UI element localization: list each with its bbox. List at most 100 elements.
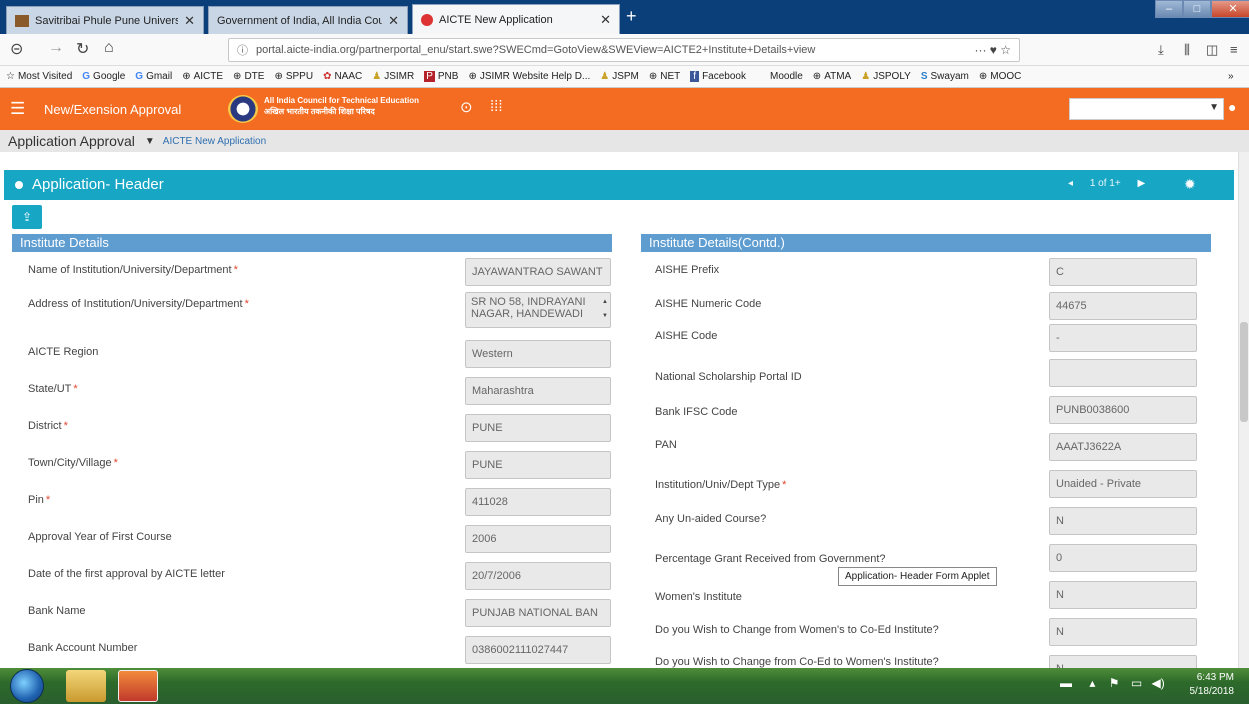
browser-tab-sppu[interactable]: Savitribai Phule Pune Universit ✕: [6, 6, 204, 34]
bookmark-moodle[interactable]: Moodle: [770, 71, 803, 82]
bookmark-facebook[interactable]: f Facebook: [690, 71, 746, 82]
aicte-region-field[interactable]: Western: [465, 340, 611, 368]
aishe-prefix-field[interactable]: C: [1049, 258, 1197, 286]
folder-icon: ♟: [861, 71, 871, 82]
state-field[interactable]: Maharashtra: [465, 377, 611, 405]
aishe-code-field[interactable]: -: [1049, 324, 1197, 352]
gear-icon[interactable]: ✹: [1184, 176, 1196, 193]
globe-icon: ⊕: [648, 71, 658, 82]
unaided-course-field[interactable]: N: [1049, 507, 1197, 535]
bookmarks-overflow-button[interactable]: »: [1228, 71, 1234, 82]
aishe-numeric-code-field[interactable]: 44675: [1049, 292, 1197, 320]
close-tab-icon[interactable]: ✕: [600, 12, 611, 28]
show-hidden-icon[interactable]: ▴: [1089, 676, 1095, 690]
globe-icon: ⊕: [274, 71, 283, 82]
volume-icon[interactable]: ◀): [1152, 676, 1165, 690]
page-scrollbar[interactable]: [1238, 152, 1249, 668]
institution-address-textarea[interactable]: SR NO 58, INDRAYANI NAGAR, HANDEWADI ▲ ▼: [465, 292, 611, 328]
institution-type-field[interactable]: Unaided - Private: [1049, 470, 1197, 498]
field-label: Any Un-aided Course?: [655, 513, 767, 525]
approval-year-field[interactable]: 2006: [465, 525, 611, 553]
app-grid-icon[interactable]: ⁞⁞⁞: [490, 98, 503, 115]
first-approval-date-field[interactable]: 20/7/2006: [465, 562, 611, 590]
pan-field[interactable]: AAATJ3622A: [1049, 433, 1197, 461]
hamburger-menu-icon[interactable]: ☰: [10, 99, 25, 119]
bookmark-jsimr-help[interactable]: ⊕ JSIMR Website Help D...: [468, 71, 590, 82]
reload-icon[interactable]: ↻: [76, 39, 89, 59]
forward-icon[interactable]: →: [48, 39, 64, 57]
field-label: Town/City/Village *: [28, 457, 118, 469]
form-row: AISHE Prefix C: [655, 258, 1200, 286]
flag-icon[interactable]: ⚑: [1109, 676, 1120, 690]
bookmark-jspm[interactable]: ♟ JSPM: [600, 71, 639, 82]
new-tab-button[interactable]: +: [626, 6, 637, 27]
prev-record-icon[interactable]: ◂: [1068, 178, 1073, 189]
bookmark-gmail[interactable]: G Gmail: [135, 71, 172, 82]
close-tab-icon[interactable]: ✕: [388, 13, 399, 29]
maximize-icon[interactable]: □: [1183, 0, 1211, 18]
bookmark-dte[interactable]: ⊕ DTE: [233, 71, 264, 82]
scrollbar-thumb[interactable]: [1240, 322, 1248, 422]
pin-field[interactable]: 411028: [465, 488, 611, 516]
app-title[interactable]: New/Exension Approval: [44, 102, 181, 117]
applet-title: Application- Header: [32, 176, 164, 193]
monitor-icon[interactable]: ▭: [1131, 676, 1142, 690]
page-actions-icon[interactable]: ··· ♥ ☆: [974, 43, 1011, 57]
user-icon[interactable]: ●: [1228, 99, 1236, 115]
bookmark-aicte[interactable]: ⊕ AICTE: [182, 71, 223, 82]
download-icon[interactable]: ⤓: [1158, 42, 1164, 58]
sidebar-icon[interactable]: ◫: [1206, 42, 1218, 58]
bookmark-swayam[interactable]: S Swayam: [921, 71, 969, 82]
institution-name-field[interactable]: JAYAWANTRAO SAWANT: [465, 258, 611, 286]
clock-time: 6:43 PM: [1196, 672, 1234, 683]
next-record-icon[interactable]: ▶: [1137, 178, 1145, 189]
home-icon[interactable]: ⌂: [104, 39, 114, 57]
minimize-icon[interactable]: –: [1155, 0, 1183, 18]
menu-icon[interactable]: ≡: [1230, 42, 1238, 57]
town-field[interactable]: PUNE: [465, 451, 611, 479]
file-explorer-icon[interactable]: [66, 670, 106, 702]
bookmark-jspoly[interactable]: ♟ JSPOLY: [861, 71, 911, 82]
globe-icon: ⊕: [468, 71, 477, 82]
clock[interactable]: 6:43 PM 5/18/2018: [1178, 671, 1235, 699]
bookmark-jsimr[interactable]: ♟ JSIMR: [372, 71, 414, 82]
org-name-english: All India Council for Technical Educatio…: [264, 96, 419, 105]
field-label: Do you Wish to Change from Co-Ed to Wome…: [655, 656, 939, 668]
url-bar[interactable]: ⓘ portal.aicte-india.org/partnerportal_e…: [228, 38, 1020, 62]
change-womens-to-coed-field[interactable]: N: [1049, 618, 1197, 646]
bookmark-net[interactable]: ⊕ NET: [649, 71, 680, 82]
header-dropdown[interactable]: ▼: [1069, 98, 1224, 120]
bookmark-naac[interactable]: ✿ NAAC: [323, 71, 362, 82]
navigate-forward-icon[interactable]: ⊙: [460, 98, 473, 116]
clock-date: 5/18/2018: [1189, 686, 1235, 697]
back-icon[interactable]: ⊝: [10, 39, 23, 59]
bookmark-sppu[interactable]: ⊕ SPPU: [274, 71, 313, 82]
library-icon[interactable]: ⫼: [1184, 42, 1190, 58]
bank-ifsc-code-field[interactable]: PUNB0038600: [1049, 396, 1197, 424]
bookmark-atma[interactable]: ⊕ ATMA: [813, 71, 851, 82]
close-tab-icon[interactable]: ✕: [184, 13, 195, 29]
close-window-icon[interactable]: ✕: [1211, 0, 1249, 18]
bookmark-most-visited[interactable]: ☆ Most Visited: [6, 71, 72, 82]
national-scholarship-portal-id-field[interactable]: [1049, 359, 1197, 387]
bookmark-pnb[interactable]: P PNB: [424, 71, 458, 82]
chevron-down-icon[interactable]: ▼: [145, 136, 155, 147]
export-button[interactable]: ⇪: [12, 205, 42, 229]
bank-account-number-field[interactable]: 0386002111027447: [465, 636, 611, 664]
view-link[interactable]: AICTE New Application: [163, 136, 266, 147]
percentage-grant-field[interactable]: 0: [1049, 544, 1197, 572]
start-button[interactable]: [10, 669, 44, 703]
network-icon[interactable]: ▬: [1060, 676, 1072, 690]
scroll-arrows-icon[interactable]: ▲ ▼: [602, 295, 608, 323]
screen-selector[interactable]: Application Approval: [8, 133, 135, 149]
firefox-icon[interactable]: [118, 670, 158, 702]
browser-tab-aicte-new-application[interactable]: AICTE New Application ✕: [412, 4, 620, 34]
district-field[interactable]: PUNE: [465, 414, 611, 442]
bookmark-google[interactable]: G Google: [82, 71, 125, 82]
change-coed-to-womens-field[interactable]: N: [1049, 655, 1197, 668]
bookmark-mooc[interactable]: ⊕ MOOC: [979, 71, 1022, 82]
bank-name-field[interactable]: PUNJAB NATIONAL BAN: [465, 599, 611, 627]
womens-institute-field[interactable]: N: [1049, 581, 1197, 609]
browser-tab-aicte-gov[interactable]: Government of India, All India Cou ✕: [208, 6, 408, 34]
site-info-icon[interactable]: ⓘ: [237, 42, 248, 58]
